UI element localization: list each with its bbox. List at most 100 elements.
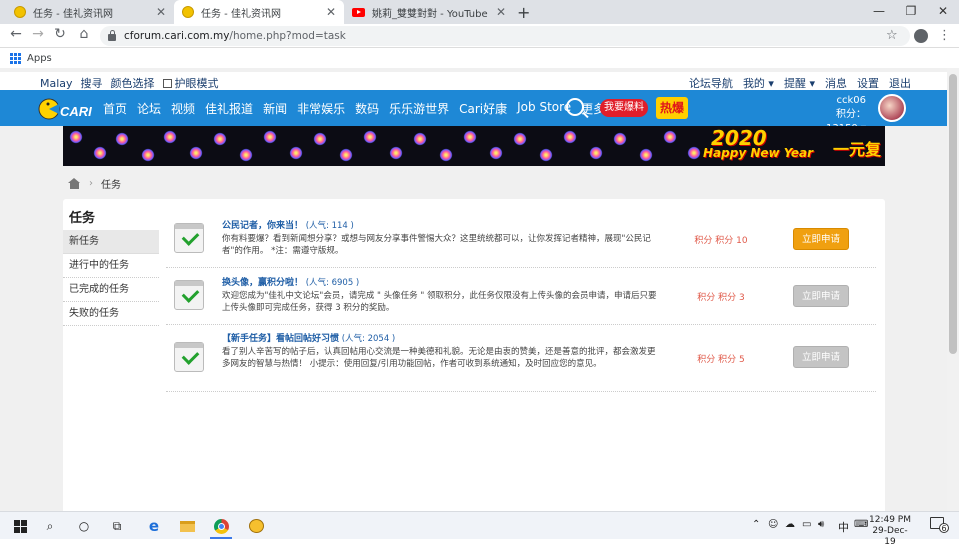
task-check-icon — [174, 342, 204, 372]
keyboard-icon[interactable]: ⌨ — [854, 519, 868, 530]
avatar[interactable] — [878, 94, 906, 122]
baoliao-button[interactable]: 我要爆料 — [600, 99, 648, 117]
page-scrollbar[interactable] — [947, 68, 959, 511]
restore-icon[interactable]: ❐ — [896, 0, 926, 24]
apps-bookmark[interactable]: Apps — [27, 53, 52, 64]
address-bar[interactable]: cforum.cari.com.my/home.php?mod=task — [100, 26, 910, 46]
cari-favicon-icon — [182, 6, 194, 18]
task-panel: 任务 新任务 进行中的任务 已完成的任务 失败的任务 公民记者，你来当！ (人气… — [63, 199, 885, 511]
breadcrumb-separator: › — [89, 178, 93, 189]
apply-button[interactable]: 立即申请 — [793, 285, 849, 307]
ime-indicator[interactable]: 中 — [838, 519, 849, 535]
sidebar-item-new[interactable]: 新任务 — [63, 230, 159, 254]
page-viewport: Malay 搜寻 颜色选择 护眼模式 论坛导航 我的 ▾ 提醒 ▾ 消息 设置 … — [0, 68, 947, 511]
mine-label: 我的 — [742, 77, 765, 90]
nav-item[interactable]: 论坛 — [137, 100, 161, 117]
cortana-icon[interactable]: ○ — [74, 516, 94, 536]
browser-tab-2[interactable]: 任务 - 佳礼资讯网 ✕ — [174, 0, 344, 24]
file-explorer-icon[interactable] — [177, 516, 197, 536]
lang-link[interactable]: Malay — [40, 77, 73, 90]
search-icon[interactable]: ⌕ — [40, 516, 60, 536]
settings-link[interactable]: 设置 — [857, 75, 879, 91]
minimize-icon[interactable]: — — [864, 0, 894, 24]
clock[interactable]: 12:49 PM 29-Dec-19 — [868, 515, 912, 548]
bookmark-star-icon[interactable]: ☆ — [886, 28, 898, 43]
nav-item[interactable]: 佳礼报道 — [205, 100, 253, 117]
color-select-link[interactable]: 颜色选择 — [111, 75, 155, 91]
nav-item[interactable]: 视频 — [171, 100, 195, 117]
search-link[interactable]: 搜寻 — [81, 75, 103, 91]
close-tab-icon[interactable]: ✕ — [496, 5, 506, 19]
start-icon[interactable] — [10, 516, 30, 536]
app-bear-icon[interactable] — [246, 516, 266, 536]
task-name[interactable]: 公民记者，你来当！ — [222, 221, 303, 231]
task-name[interactable]: 换头像，赢积分啦！ — [222, 278, 303, 288]
tray-chevron-icon[interactable]: ⌃ — [752, 519, 760, 530]
eye-mode-toggle[interactable]: 护眼模式 — [162, 75, 219, 91]
browser-tab-3[interactable]: 姚莉_雙雙對對 - YouTube ✕ — [344, 0, 514, 24]
eye-mode-checkbox[interactable] — [162, 79, 172, 88]
new-year-banner[interactable]: 2020 Happy New Year 一元复 — [63, 126, 885, 166]
page-title: 任务 — [69, 211, 96, 226]
browser-menu-icon[interactable]: ⋮ — [938, 28, 951, 43]
task-name[interactable]: 【新手任务】看帖回帖好习惯 — [222, 334, 339, 344]
reload-icon[interactable]: ↻ — [50, 26, 70, 42]
rebao-badge[interactable]: 热爆 — [656, 97, 688, 119]
task-popularity: (人气: 6905 ) — [305, 278, 360, 288]
url-path: /home.php?mod=task — [229, 30, 346, 42]
close-window-icon[interactable]: ✕ — [928, 0, 958, 24]
browser-tab-1[interactable]: 任务 - 佳礼资讯网 ✕ — [6, 0, 174, 24]
chrome-icon[interactable] — [211, 516, 231, 536]
nav-item[interactable]: 首页 — [103, 100, 127, 117]
site-search-icon[interactable] — [566, 98, 584, 116]
logout-link[interactable]: 退出 — [889, 75, 911, 91]
youtube-favicon-icon — [352, 7, 365, 17]
windows-taskbar: ⌕ ○ ⧉ e ⌃ ☺ ☁ ▭ 🔊︎ 中 ⌨ 12:49 PM 29-Dec-1… — [0, 511, 959, 547]
nav-item[interactable]: 非常娱乐 — [297, 100, 345, 117]
cari-logo[interactable]: CARI — [38, 94, 96, 122]
close-tab-icon[interactable]: ✕ — [156, 5, 166, 19]
sidebar-item-failed[interactable]: 失败的任务 — [63, 302, 159, 326]
back-icon[interactable]: ← — [6, 26, 26, 42]
nav-item[interactable]: Cari好康 — [459, 100, 507, 117]
edge-icon[interactable]: e — [144, 516, 164, 536]
task-item: 【新手任务】看帖回帖好习惯 (人气: 2054 ) 看了别人辛苦写的帖子后，认真… — [166, 325, 876, 392]
home-button-icon[interactable]: ⌂ — [74, 26, 94, 42]
lock-icon — [108, 29, 116, 41]
nav-item[interactable]: 乐乐游世界 — [389, 100, 449, 117]
breadcrumb-current[interactable]: 任务 — [101, 176, 121, 191]
scrollbar-thumb[interactable] — [949, 74, 957, 354]
sidebar-item-done[interactable]: 已完成的任务 — [63, 278, 159, 302]
remind-menu[interactable]: 提醒 ▾ — [784, 75, 815, 91]
nav-item[interactable]: 新闻 — [263, 100, 287, 117]
clock-date: 29-Dec-19 — [872, 526, 908, 547]
browser-tab-strip: 任务 - 佳礼资讯网 ✕ 任务 - 佳礼资讯网 ✕ 姚莉_雙雙對對 - YouT… — [0, 0, 959, 24]
apply-button[interactable]: 立即申请 — [793, 228, 849, 250]
username[interactable]: cck06 — [806, 94, 866, 108]
notification-icon[interactable]: 6 — [930, 517, 949, 533]
banner-greeting: Happy New Year — [703, 146, 814, 160]
sidebar-item-doing[interactable]: 进行中的任务 — [63, 254, 159, 278]
tray-app-icon[interactable]: ☺ — [768, 519, 778, 530]
close-tab-icon[interactable]: ✕ — [326, 5, 336, 19]
breadcrumb: › 任务 — [68, 176, 121, 191]
volume-icon[interactable]: 🔊︎ — [818, 519, 824, 530]
tab-title: 姚莉_雙雙對對 - YouTube — [372, 8, 488, 20]
nav-item[interactable]: Job Store — [517, 100, 571, 117]
home-icon[interactable] — [68, 178, 81, 189]
task-desc: 看了别人辛苦写的帖子后，认真回帖用心交流是一种美德和礼貌。无论是由衷的赞美，还是… — [222, 346, 656, 370]
new-tab-button[interactable]: + — [517, 3, 530, 22]
account-icon[interactable] — [914, 29, 928, 43]
apply-button[interactable]: 立即申请 — [793, 346, 849, 368]
tray-cloud-icon[interactable]: ☁ — [785, 519, 795, 530]
mine-menu[interactable]: 我的 ▾ — [743, 75, 774, 91]
battery-icon[interactable]: ▭ — [802, 519, 811, 530]
task-view-icon[interactable]: ⧉ — [107, 516, 127, 536]
forward-icon[interactable]: → — [28, 26, 48, 42]
banner-cn-text: 一元复 — [833, 140, 882, 159]
nav-item[interactable]: 数码 — [355, 100, 379, 117]
forum-nav-link[interactable]: 论坛导航 — [689, 75, 733, 91]
messages-link[interactable]: 消息 — [825, 75, 847, 91]
task-list: 公民记者，你来当！ (人气: 114 ) 你有料要爆？看到新闻想分享？或想与网友… — [166, 211, 876, 392]
notification-count: 6 — [939, 523, 949, 533]
